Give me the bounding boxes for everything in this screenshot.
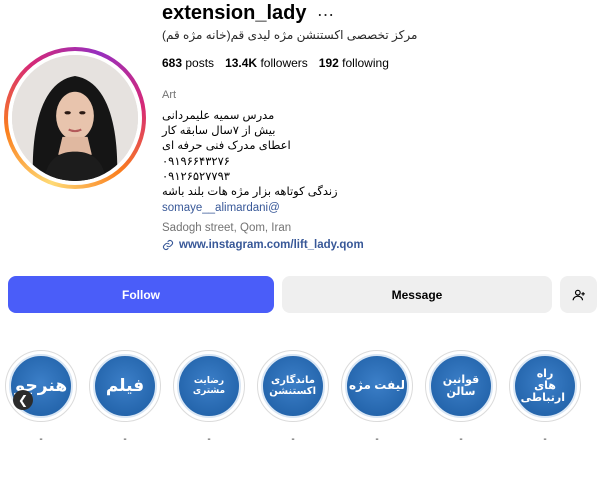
bio-mention-link[interactable]: somaye__alimardani@ bbox=[162, 202, 280, 214]
following-count: 192 bbox=[318, 56, 339, 70]
highlight-label: - bbox=[123, 434, 127, 445]
stat-following[interactable]: 192 following bbox=[319, 56, 389, 70]
bio-line: بیش از ۷سال سابقه کار bbox=[162, 125, 276, 138]
story-highlights: هنرجو - فیلم - رضایت مشتری - ماندگاری اک… bbox=[0, 350, 600, 460]
message-button[interactable]: Message bbox=[282, 276, 552, 313]
highlight-ring: قوانین سالن bbox=[425, 350, 497, 422]
profile-photo-icon bbox=[12, 55, 138, 181]
highlight-item[interactable]: لیفت مژه - bbox=[338, 350, 416, 445]
profile-address: Sadogh street, Qom, Iran bbox=[162, 222, 292, 234]
highlight-ring: رضایت مشتری bbox=[173, 350, 245, 422]
username: extension_lady bbox=[162, 2, 307, 24]
highlight-label: - bbox=[375, 434, 379, 445]
following-label: following bbox=[342, 56, 389, 70]
highlight-cover: فیلم bbox=[93, 354, 157, 418]
profile-avatar-ring[interactable] bbox=[4, 47, 146, 189]
highlight-item[interactable]: رضایت مشتری - bbox=[170, 350, 248, 445]
highlight-item[interactable]: راه های ارتباطی - bbox=[506, 350, 584, 445]
highlight-ring: هنرجو bbox=[5, 350, 77, 422]
external-link[interactable]: www.instagram.com/lift_lady.qom bbox=[162, 239, 364, 251]
highlight-title: فیلم bbox=[105, 375, 145, 395]
highlight-cover: ماندگاری اکستنشن bbox=[261, 354, 325, 418]
username-row: extension_lady … bbox=[162, 1, 335, 25]
profile-full-name: مرکز تخصصی اکستنشن مژه لیدی قم(خانه مژه … bbox=[162, 28, 418, 42]
highlight-label: - bbox=[543, 434, 547, 445]
suggested-users-button[interactable] bbox=[560, 276, 597, 313]
chevron-left-icon[interactable]: ❮ bbox=[13, 390, 33, 410]
follow-button[interactable]: Follow bbox=[8, 276, 274, 313]
stat-posts: 683 posts bbox=[162, 56, 214, 70]
followers-count: 13.4K bbox=[225, 56, 258, 70]
avatar[interactable] bbox=[12, 55, 138, 181]
bio-line: زندگی کوتاهه بزار مژه هات بلند باشه bbox=[162, 186, 338, 199]
highlight-ring: لیفت مژه bbox=[341, 350, 413, 422]
followers-label: followers bbox=[260, 56, 308, 70]
bio-line: ۰۹۱۲۶۵۲۷۷۹۳ bbox=[162, 170, 230, 183]
highlight-title: راه های ارتباطی bbox=[520, 367, 565, 405]
highlight-title: قوانین سالن bbox=[442, 373, 480, 398]
more-options-icon[interactable]: … bbox=[317, 1, 335, 19]
highlight-label: - bbox=[39, 434, 43, 445]
stat-followers[interactable]: 13.4K followers bbox=[225, 56, 308, 70]
highlight-cover: رضایت مشتری bbox=[177, 354, 241, 418]
posts-count: 683 bbox=[162, 56, 183, 70]
bio-line: مدرس سمیه علیمردانی bbox=[162, 110, 275, 122]
avatar-inner bbox=[8, 51, 142, 185]
highlight-label: - bbox=[207, 434, 211, 445]
highlight-cover: قوانین سالن bbox=[429, 354, 493, 418]
highlight-title: رضایت مشتری bbox=[192, 375, 226, 395]
highlight-label: - bbox=[291, 434, 295, 445]
highlight-title: لیفت مژه bbox=[348, 378, 406, 393]
add-user-icon bbox=[572, 289, 585, 300]
posts-label: posts bbox=[185, 56, 215, 70]
highlight-ring: راه های ارتباطی bbox=[509, 350, 581, 422]
bio-text: مدرس سمیه علیمردانی بیش از ۷سال سابقه کا… bbox=[162, 109, 338, 200]
bio-line: اعطای مدرک فنی حرفه ای bbox=[162, 140, 291, 153]
highlight-item[interactable]: قوانین سالن - bbox=[422, 350, 500, 445]
highlight-cover: لیفت مژه bbox=[345, 354, 409, 418]
highlight-ring: ماندگاری اکستنشن bbox=[257, 350, 329, 422]
link-icon bbox=[162, 239, 174, 251]
highlight-ring: فیلم bbox=[89, 350, 161, 422]
bio-line: ۰۹۱۹۶۶۴۳۲۷۶ bbox=[162, 155, 230, 168]
highlight-item[interactable]: ماندگاری اکستنشن - bbox=[254, 350, 332, 445]
highlight-item[interactable]: فیلم - bbox=[86, 350, 164, 445]
highlight-label: - bbox=[459, 434, 463, 445]
external-link-text: www.instagram.com/lift_lady.qom bbox=[179, 239, 364, 251]
highlight-title: ماندگاری اکستنشن bbox=[269, 375, 316, 397]
highlight-cover: راه های ارتباطی bbox=[513, 354, 577, 418]
profile-stats: 683 posts 13.4K followers 192 following bbox=[162, 56, 389, 70]
profile-category: Art bbox=[162, 89, 177, 101]
